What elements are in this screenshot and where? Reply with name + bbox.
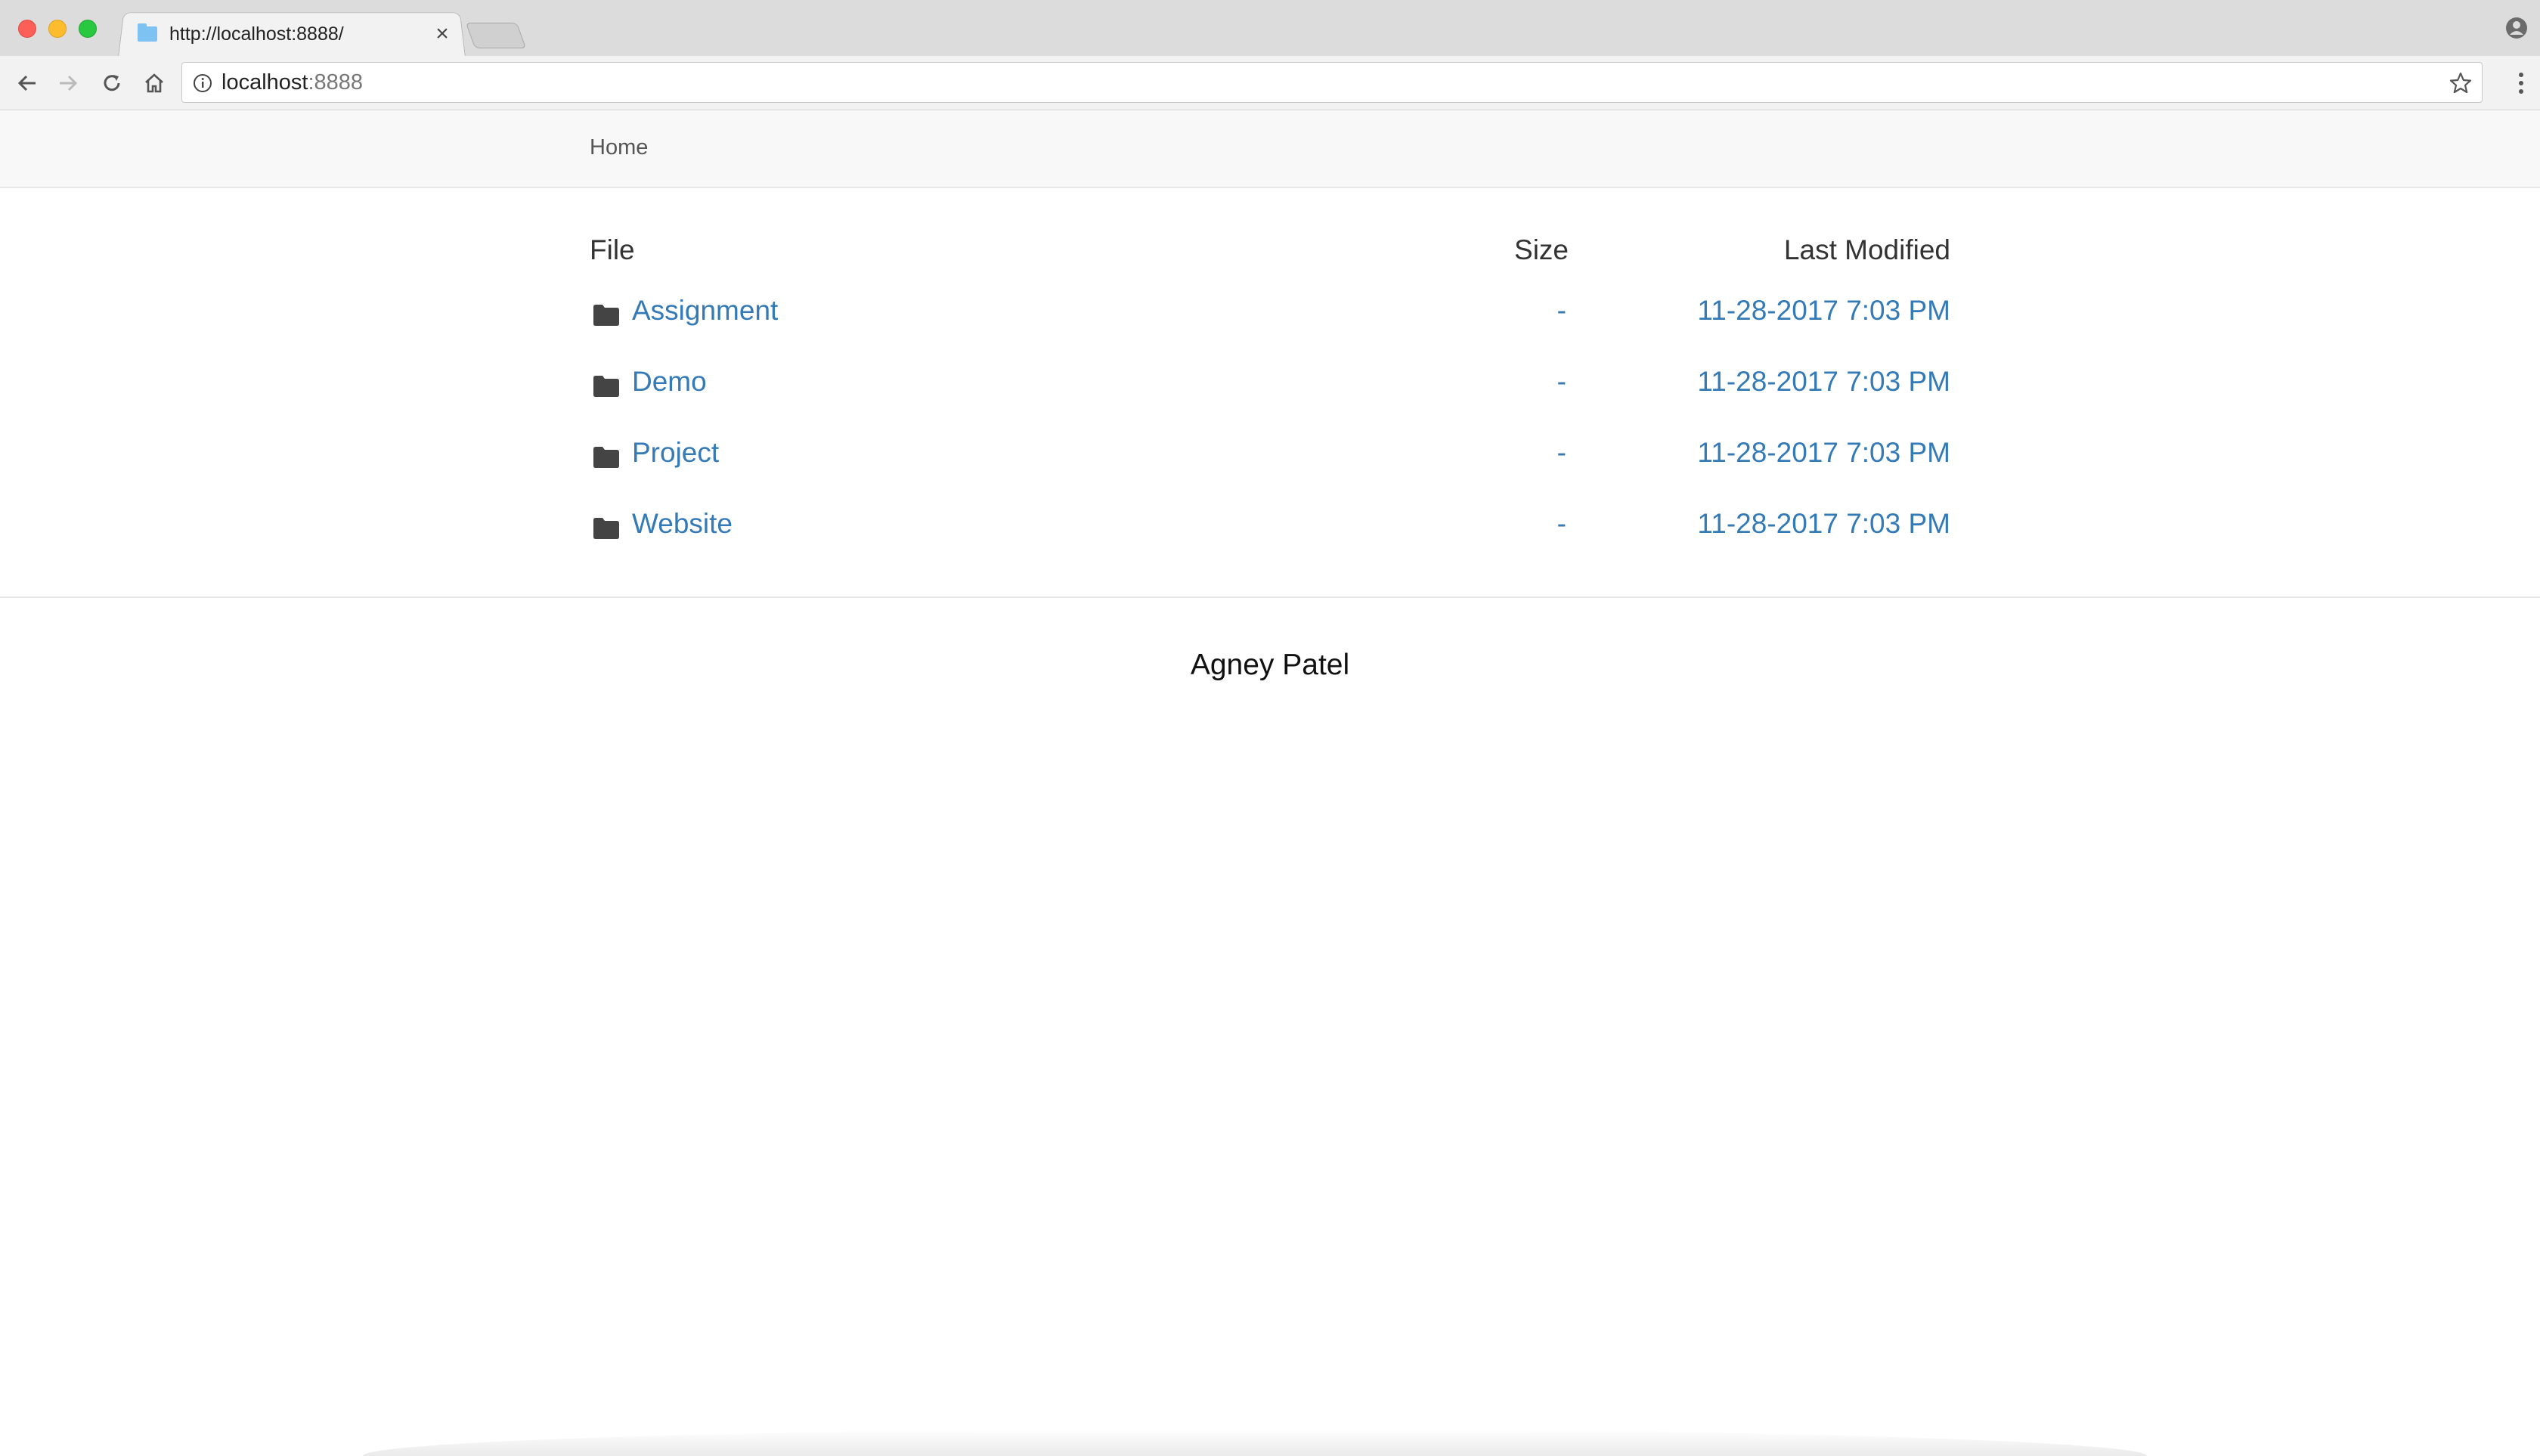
forward-arrow-icon <box>60 75 78 91</box>
forward-button[interactable] <box>54 70 82 97</box>
last-modified[interactable]: 11-28-2017 7:03 PM <box>1697 366 1950 398</box>
folder-icon <box>593 376 619 397</box>
url-host: localhost <box>221 70 308 94</box>
address-bar[interactable]: localhost:8888 <box>181 62 2483 103</box>
info-icon[interactable] <box>193 73 212 93</box>
tab-title: http://localhost:8888/ <box>169 23 344 45</box>
folder-link[interactable]: Assignment <box>632 295 778 327</box>
url-port: :8888 <box>308 70 364 94</box>
tab-close-icon[interactable]: × <box>431 23 454 45</box>
listing-header: File Size Last Modified <box>590 227 1950 277</box>
home-button[interactable] <box>141 70 168 97</box>
table-row[interactable]: Demo - 11-28-2017 7:03 PM <box>590 366 1950 411</box>
home-icon <box>145 73 163 93</box>
folder-icon <box>593 305 619 326</box>
folder-link[interactable]: Website <box>632 508 733 540</box>
profile-icon[interactable] <box>2505 17 2528 39</box>
back-button[interactable] <box>14 70 41 97</box>
kebab-menu-icon[interactable] <box>2517 71 2525 95</box>
breadcrumb-home[interactable]: Home <box>590 135 648 160</box>
column-header-file[interactable]: File <box>590 234 635 266</box>
bottom-shadow <box>363 1429 2147 1456</box>
file-size[interactable]: - <box>1557 295 1566 327</box>
browser-toolbar: localhost:8888 <box>0 56 2540 110</box>
table-row[interactable]: Assignment - 11-28-2017 7:03 PM <box>590 295 1950 340</box>
maximize-window-button[interactable] <box>79 20 97 38</box>
reload-button[interactable] <box>98 70 125 97</box>
table-row[interactable]: Website - 11-28-2017 7:03 PM <box>590 508 1950 553</box>
url-text[interactable]: localhost:8888 <box>221 63 363 102</box>
footer-divider <box>0 596 2540 598</box>
star-icon[interactable] <box>2449 71 2473 95</box>
table-row[interactable]: Project - 11-28-2017 7:03 PM <box>590 437 1950 482</box>
folder-icon <box>593 447 619 468</box>
browser-tab[interactable]: http://localhost:8888/ × <box>136 17 454 51</box>
footer-author: Agney Patel <box>1190 649 1350 681</box>
file-size[interactable]: - <box>1557 437 1566 469</box>
reload-icon <box>104 75 120 91</box>
folder-link[interactable]: Project <box>632 437 719 469</box>
back-arrow-icon <box>17 75 36 91</box>
column-header-modified[interactable]: Last Modified <box>1784 234 1950 266</box>
navbar: Home <box>0 111 2540 188</box>
column-header-size[interactable]: Size <box>1514 234 1569 266</box>
last-modified[interactable]: 11-28-2017 7:03 PM <box>1697 508 1950 540</box>
folder-favicon-icon <box>138 23 157 42</box>
last-modified[interactable]: 11-28-2017 7:03 PM <box>1697 437 1950 469</box>
folder-icon <box>593 518 619 539</box>
close-window-button[interactable] <box>18 20 36 38</box>
browser-tab-strip: http://localhost:8888/ × <box>0 0 2540 57</box>
folder-link[interactable]: Demo <box>632 366 707 398</box>
file-size[interactable]: - <box>1557 366 1566 398</box>
file-listing: File Size Last Modified <box>590 227 1950 277</box>
new-tab-button[interactable] <box>465 23 527 48</box>
file-size[interactable]: - <box>1557 508 1566 540</box>
last-modified[interactable]: 11-28-2017 7:03 PM <box>1697 295 1950 327</box>
minimize-window-button[interactable] <box>48 20 67 38</box>
